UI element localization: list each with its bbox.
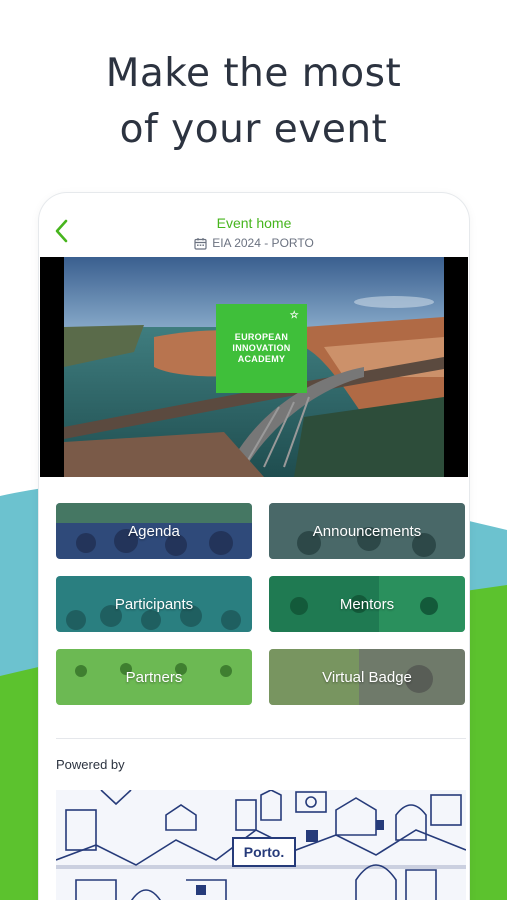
phone-screen: Event home EIA 2024 - PORTO ☆ EUROPEAN I… xyxy=(39,193,469,900)
tile-announcements[interactable]: Announcements xyxy=(269,503,465,559)
tile-partners[interactable]: Partners xyxy=(56,649,252,705)
sponsor-logo: Porto. xyxy=(232,837,296,867)
tile-label: Participants xyxy=(114,595,194,613)
tile-participants[interactable]: Participants xyxy=(56,576,252,632)
porto-city-photo: ☆ EUROPEAN INNOVATION ACADEMY xyxy=(64,257,444,477)
tile-virtual-badge[interactable]: Virtual Badge xyxy=(269,649,465,705)
star-icon: ☆ xyxy=(289,310,299,321)
headline-line-2: of your event xyxy=(119,107,388,152)
event-logo: ☆ EUROPEAN INNOVATION ACADEMY xyxy=(216,304,307,393)
feature-tiles: Agenda Announcements Participants Mentor… xyxy=(56,503,466,705)
tile-agenda[interactable]: Agenda xyxy=(56,503,252,559)
tile-label: Mentors xyxy=(339,595,395,613)
tile-label: Agenda xyxy=(128,522,180,540)
headline-line-1: Make the most xyxy=(105,51,402,96)
divider xyxy=(56,738,466,739)
event-subtitle: EIA 2024 - PORTO xyxy=(39,236,469,250)
tile-label: Virtual Badge xyxy=(322,668,412,686)
tile-mentors[interactable]: Mentors xyxy=(269,576,465,632)
calendar-icon xyxy=(194,237,207,250)
app-header: Event home EIA 2024 - PORTO xyxy=(39,193,469,257)
event-name: EIA 2024 - PORTO xyxy=(212,236,314,250)
event-banner: ☆ EUROPEAN INNOVATION ACADEMY xyxy=(40,257,468,477)
logo-line-1: EUROPEAN xyxy=(234,332,289,342)
logo-line-2: INNOVATION xyxy=(232,343,291,353)
logo-line-3: ACADEMY xyxy=(237,354,286,364)
sponsor-banner[interactable]: Porto. xyxy=(56,790,466,900)
headline: Make the most of your event xyxy=(0,46,507,158)
tile-label: Partners xyxy=(125,668,183,686)
powered-by-label: Powered by xyxy=(56,757,125,772)
tile-label: Announcements xyxy=(312,522,422,540)
page-title: Event home xyxy=(216,215,292,231)
